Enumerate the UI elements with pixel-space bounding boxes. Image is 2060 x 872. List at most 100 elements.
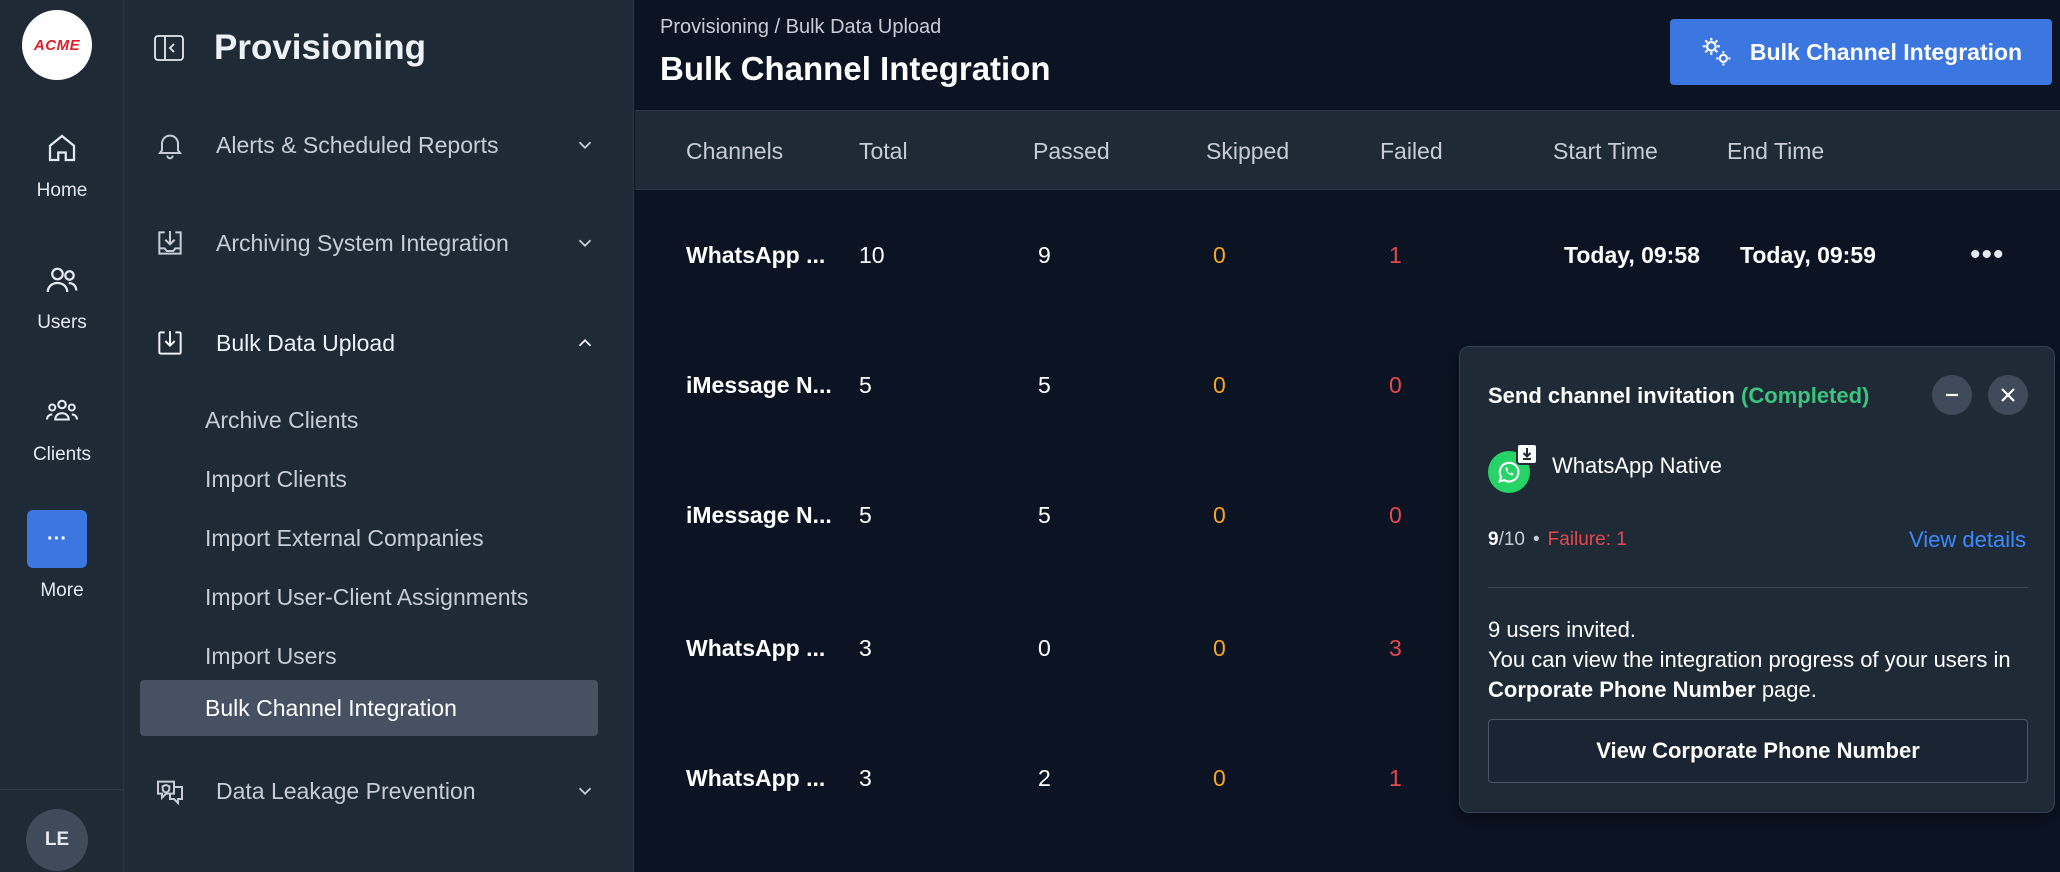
cell-passed: 5 xyxy=(1038,501,1051,528)
view-corporate-phone-number-button[interactable]: View Corporate Phone Number xyxy=(1488,719,2028,783)
col-passed[interactable]: Passed xyxy=(1033,111,1110,191)
view-details-link[interactable]: View details xyxy=(1909,527,2026,553)
bulk-channel-integration-button-label: Bulk Channel Integration xyxy=(1749,38,2023,65)
channel-invitation-popup: Send channel invitation (Completed) What… xyxy=(1459,346,2055,813)
rail-home[interactable]: Home xyxy=(0,130,124,202)
submenu-label: Import Clients xyxy=(205,465,347,492)
cell-passed: 2 xyxy=(1038,764,1051,791)
left-rail: ACME Home Users Clients ··· More LE xyxy=(0,0,124,872)
submenu-label: Import User-Client Assignments xyxy=(205,583,529,610)
menu-archiving-label: Archiving System Integration xyxy=(216,229,509,256)
breadcrumb[interactable]: Provisioning / Bulk Data Upload xyxy=(660,16,941,39)
acme-logo[interactable]: ACME xyxy=(22,10,92,80)
menu-alerts-label: Alerts & Scheduled Reports xyxy=(216,131,499,158)
avatar-initials: LE xyxy=(44,829,70,850)
submenu-bulk-channel-integration[interactable]: Bulk Channel Integration xyxy=(140,680,598,736)
chevron-up-icon xyxy=(578,338,592,347)
separator-dot: • xyxy=(1533,529,1540,550)
cell-total: 3 xyxy=(859,634,872,661)
channel-name: WhatsApp Native xyxy=(1552,453,1722,478)
col-total[interactable]: Total xyxy=(859,111,908,191)
shield-chat-icon xyxy=(157,780,183,806)
avatar[interactable]: LE xyxy=(26,809,88,871)
col-end-time[interactable]: End Time xyxy=(1727,111,1824,191)
popup-message: 9 users invited. You can view the integr… xyxy=(1488,615,2028,705)
submenu-label: Import External Companies xyxy=(205,524,484,551)
col-start-time[interactable]: Start Time xyxy=(1553,111,1658,191)
table-row[interactable]: WhatsApp ... 10 9 0 1 Today, 09:58 Today… xyxy=(635,190,2060,320)
popup-divider xyxy=(1488,587,2028,588)
cell-channel: WhatsApp ... xyxy=(686,634,826,661)
cell-skipped: 0 xyxy=(1213,371,1226,398)
page-title: Bulk Channel Integration xyxy=(660,50,1051,87)
message-text-end: page. xyxy=(1755,677,1817,702)
close-button[interactable] xyxy=(1988,375,2028,415)
message-strong-text: Corporate Phone Number xyxy=(1488,677,1756,702)
submenu-label: Archive Clients xyxy=(205,406,359,433)
rail-clients[interactable]: Clients xyxy=(0,394,124,466)
cell-failed: 0 xyxy=(1389,501,1402,528)
download-badge-icon xyxy=(1516,443,1538,465)
more-button[interactable]: ··· xyxy=(27,510,87,568)
rail-more-label: More xyxy=(0,580,124,602)
cell-total: 5 xyxy=(859,371,872,398)
cell-skipped: 0 xyxy=(1213,501,1226,528)
submenu-import-clients[interactable]: Import Clients xyxy=(181,451,601,507)
menu-data-leakage-prevention[interactable]: Data Leakage Prevention xyxy=(154,766,604,816)
rail-clients-label: Clients xyxy=(32,444,92,465)
cell-channel: iMessage N... xyxy=(686,371,832,398)
cell-end-time: Today, 09:59 xyxy=(1740,241,1876,268)
cell-failed: 1 xyxy=(1389,241,1402,268)
rail-divider xyxy=(0,789,124,790)
failure-count: Failure: 1 xyxy=(1547,529,1627,550)
message-text: You can view the integration progress of… xyxy=(1488,647,2011,672)
cell-passed: 9 xyxy=(1038,241,1051,268)
rail-users[interactable]: Users xyxy=(0,262,124,334)
cell-failed: 3 xyxy=(1389,634,1402,661)
more-icon: ··· xyxy=(47,527,67,550)
logo-text: ACME xyxy=(33,36,81,54)
popup-title: Send channel invitation (Completed) xyxy=(1488,383,1869,409)
row-more-menu-icon[interactable]: ••• xyxy=(1970,190,2005,320)
cell-skipped: 0 xyxy=(1213,634,1226,661)
menu-alerts[interactable]: Alerts & Scheduled Reports xyxy=(154,120,604,170)
col-channels[interactable]: Channels xyxy=(686,111,783,191)
sidebar-title: Provisioning xyxy=(214,28,426,67)
submenu-import-user-client-assignments[interactable]: Import User-Client Assignments xyxy=(181,569,601,625)
submenu-archive-clients[interactable]: Archive Clients xyxy=(181,392,601,448)
popup-title-text: Send channel invitation xyxy=(1488,383,1735,408)
minus-icon xyxy=(1946,393,1958,397)
bell-icon xyxy=(158,134,182,160)
more-label: More xyxy=(40,580,84,601)
cell-start-time: Today, 09:58 xyxy=(1564,241,1700,268)
collapse-sidebar-icon[interactable] xyxy=(154,35,184,61)
popup-status: (Completed) xyxy=(1741,383,1870,408)
message-line-2: You can view the integration progress of… xyxy=(1488,645,2028,705)
home-icon xyxy=(48,134,76,162)
archive-icon xyxy=(158,231,182,255)
chevron-down-icon xyxy=(578,141,592,150)
menu-bulk-data-upload-label: Bulk Data Upload xyxy=(216,329,395,356)
col-skipped[interactable]: Skipped xyxy=(1206,111,1289,191)
cell-total: 3 xyxy=(859,764,872,791)
submenu-import-external-companies[interactable]: Import External Companies xyxy=(181,510,601,566)
cell-skipped: 0 xyxy=(1213,241,1226,268)
cell-total: 10 xyxy=(859,241,885,268)
minimize-button[interactable] xyxy=(1932,375,1972,415)
chevron-down-icon xyxy=(578,239,592,248)
table-header: Channels Total Passed Skipped Failed Sta… xyxy=(635,110,2060,190)
chevron-down-icon xyxy=(578,787,592,796)
bulk-channel-integration-button[interactable]: Bulk Channel Integration xyxy=(1670,19,2052,85)
cell-failed: 0 xyxy=(1389,371,1402,398)
rail-users-label: Users xyxy=(37,312,87,333)
cell-total: 5 xyxy=(859,501,872,528)
submenu-import-users[interactable]: Import Users xyxy=(181,628,601,684)
cell-channel: iMessage N... xyxy=(686,501,832,528)
submenu-label: Bulk Channel Integration xyxy=(205,694,457,721)
cell-skipped: 0 xyxy=(1213,764,1226,791)
menu-bulk-data-upload[interactable]: Bulk Data Upload xyxy=(154,318,604,368)
message-line-1: 9 users invited. xyxy=(1488,617,1636,642)
cell-passed: 0 xyxy=(1038,634,1051,661)
menu-archiving[interactable]: Archiving System Integration xyxy=(154,218,604,268)
col-failed[interactable]: Failed xyxy=(1380,111,1443,191)
